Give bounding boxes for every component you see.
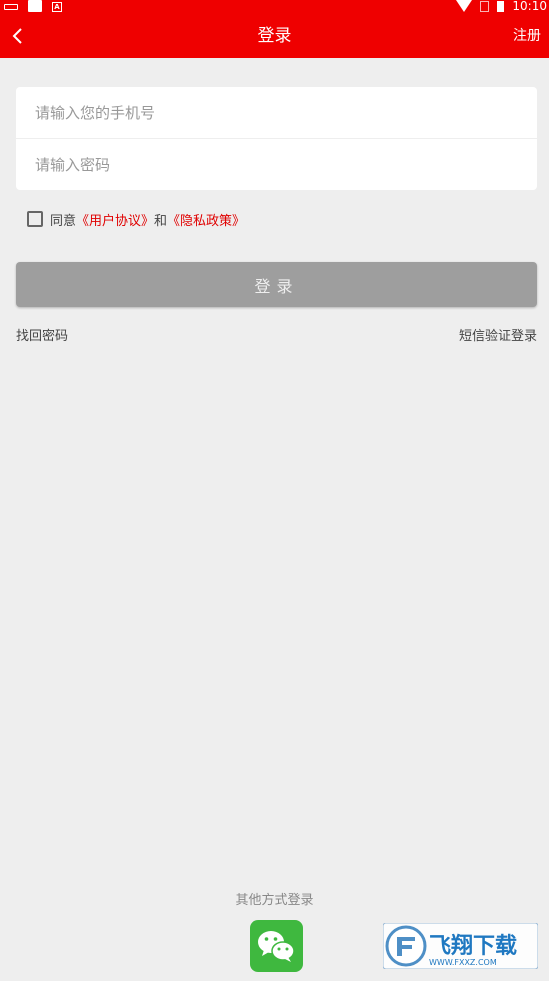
a-notification-icon: A: [52, 2, 62, 12]
keyboard-icon: [4, 4, 18, 10]
nav-bar: 登录 注册: [0, 14, 549, 58]
watermark-en: WWW.FXXZ.COM: [429, 958, 497, 967]
login-button[interactable]: 登录: [16, 262, 537, 307]
user-agreement-link[interactable]: 《用户协议》: [76, 210, 154, 229]
password-input[interactable]: [16, 139, 537, 190]
wechat-login-button[interactable]: [250, 920, 303, 972]
agreement-row: 同意 《用户协议》 和 《隐私政策》: [27, 210, 245, 229]
forgot-password-link[interactable]: 找回密码: [16, 325, 68, 344]
wechat-icon: [258, 931, 295, 962]
status-bar: A 10:10: [0, 0, 549, 14]
phone-input[interactable]: [16, 87, 537, 138]
sim-icon: [480, 0, 490, 12]
status-time: 10:10: [512, 0, 547, 13]
watermark-cn: 飞翔下载: [429, 933, 517, 959]
battery-icon: [497, 0, 505, 12]
agreement-and: 和: [154, 213, 168, 229]
other-login-label: 其他方式登录: [235, 893, 314, 908]
wifi-icon: [456, 0, 473, 12]
agreement-prefix: 同意: [50, 213, 77, 229]
watermark-graphic: 飞翔下载 WWW.FXXZ.COM: [382, 922, 539, 970]
register-button[interactable]: 注册: [513, 14, 541, 58]
sms-login-link[interactable]: 短信验证登录: [459, 325, 537, 344]
watermark-logo: 飞翔下载 WWW.FXXZ.COM: [382, 922, 539, 970]
privacy-policy-link[interactable]: 《隐私政策》: [167, 210, 245, 229]
page-title: 登录: [257, 26, 292, 46]
agreement-checkbox[interactable]: [27, 211, 43, 227]
notification-icon: [28, 0, 42, 12]
